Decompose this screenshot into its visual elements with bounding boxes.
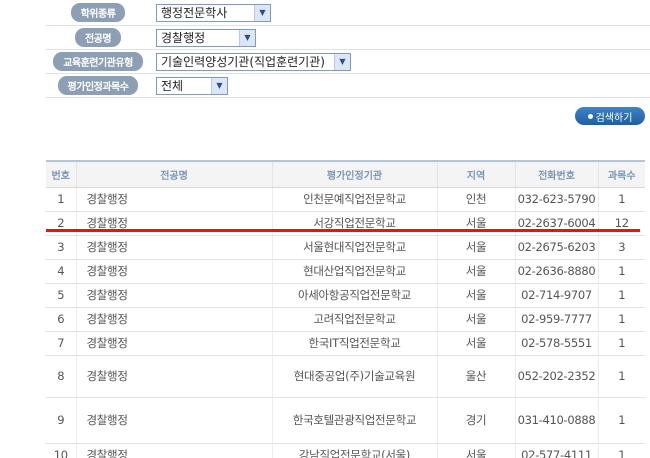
filter-label: 학위종류 [70,3,126,22]
institution-link[interactable]: 강남직업전문학교(서울) [271,443,437,458]
table-row[interactable]: 8 경찰행정 현대중공업(주)기술교육원 울산 052-202-2352 1 [46,355,645,398]
column-header-region: 지역 [436,160,515,188]
table-row[interactable]: 7 경찰행정 한국IT직업전문학교 서울 02-578-5551 1 [46,331,645,356]
institution-link[interactable]: 인천문예직업전문학교 [271,187,437,212]
degree-type-select[interactable]: 행정전문학사 ▼ [156,3,271,22]
filter-label: 평가인정과목수 [57,76,139,95]
bullet-icon [587,113,593,119]
chevron-down-icon[interactable]: ▼ [334,53,350,70]
results-table: 번호 전공명 평가인정기관 지역 전화번호 과목수 1 경찰행정 인천문예직업전… [46,160,645,458]
column-header-institution: 평가인정기관 [271,160,437,188]
filter-row-degree-type: 학위종류 행정전문학사 ▼ [46,0,650,26]
column-header-major: 전공명 [75,160,272,188]
chevron-down-icon[interactable]: ▼ [211,77,227,94]
course-count-select[interactable]: 전체 ▼ [156,76,228,95]
table-row[interactable]: 6 경찰행정 고려직업전문학교 서울 02-959-7777 1 [46,307,645,332]
institution-link[interactable]: 한국호텔관광직업전문학교 [271,397,437,444]
filter-row-course-count: 평가인정과목수 전체 ▼ [46,74,650,98]
table-row[interactable]: 1 경찰행정 인천문예직업전문학교 인천 032-623-5790 1 [46,187,645,212]
search-button[interactable]: 검색하기 [575,107,645,125]
chevron-down-icon[interactable]: ▼ [239,29,255,46]
filter-row-major: 전공명 경찰행정 ▼ [46,26,650,50]
institution-link[interactable]: 아세아항공직업전문학교 [271,283,437,308]
filter-row-institution-type: 교육훈련기관유형 기술인력양성기관(직업훈련기관) ▼ [46,50,650,74]
table-row[interactable]: 10 경찰행정 강남직업전문학교(서울) 서울 02-577-4111 1 [46,443,645,458]
column-header-course-count: 과목수 [597,160,645,188]
column-header-phone: 전화번호 [514,160,598,188]
filter-label: 전공명 [74,28,122,47]
institution-link[interactable]: 현대산업직업전문학교 [271,259,437,284]
institution-link[interactable]: 서울현대직업전문학교 [271,235,437,260]
table-row[interactable]: 9 경찰행정 한국호텔관광직업전문학교 경기 031-410-0888 1 [46,397,645,444]
table-row[interactable]: 4 경찰행정 현대산업직업전문학교 서울 02-2636-8880 1 [46,259,645,284]
table-header-row: 번호 전공명 평가인정기관 지역 전화번호 과목수 [46,160,645,188]
institution-link[interactable]: 고려직업전문학교 [271,307,437,332]
institution-link[interactable]: 현대중공업(주)기술교육원 [271,355,437,398]
highlight-underline [46,229,640,232]
major-select[interactable]: 경찰행정 ▼ [156,28,256,47]
institution-link[interactable]: 한국IT직업전문학교 [271,331,437,356]
column-header-no: 번호 [46,160,76,188]
table-row[interactable]: 3 경찰행정 서울현대직업전문학교 서울 02-2675-6203 3 [46,235,645,260]
filter-label: 교육훈련기관유형 [53,52,143,71]
search-filter-form: 학위종류 행정전문학사 ▼ 전공명 경찰행정 ▼ 교육훈련기관유형 기술인력양성… [46,0,650,98]
institution-type-select[interactable]: 기술인력양성기관(직업훈련기관) ▼ [156,52,351,71]
chevron-down-icon[interactable]: ▼ [254,4,270,21]
table-row[interactable]: 5 경찰행정 아세아항공직업전문학교 서울 02-714-9707 1 [46,283,645,308]
